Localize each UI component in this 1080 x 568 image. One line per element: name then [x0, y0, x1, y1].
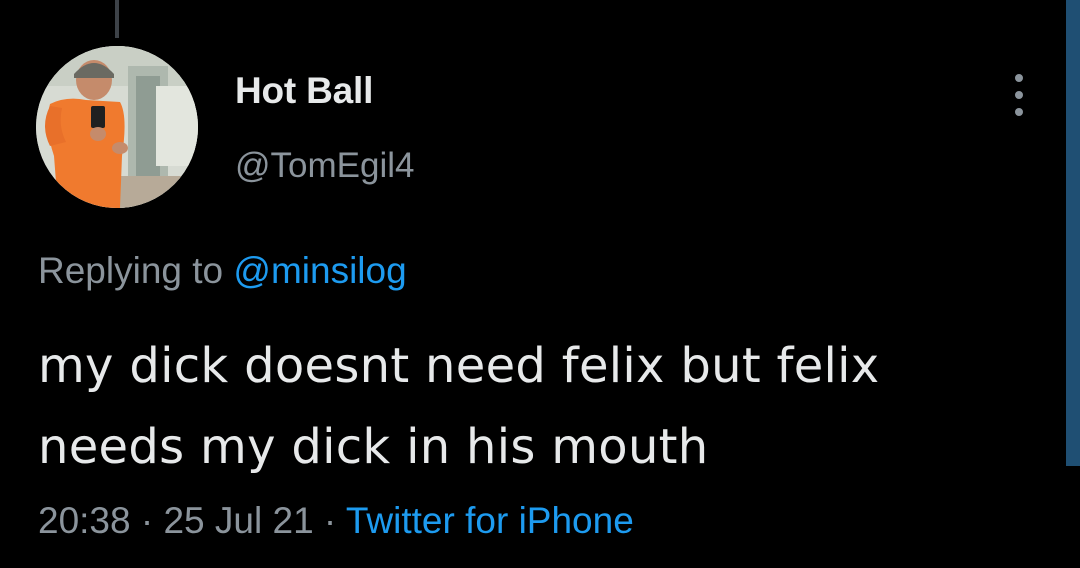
thread-connector-line — [115, 0, 119, 38]
tweet-text: my dick doesnt need felix but felix need… — [38, 326, 1048, 488]
avatar[interactable] — [36, 46, 198, 208]
tweet-date[interactable]: 25 Jul 21 — [163, 500, 313, 541]
tweet-text-line: needs my dick in his mouth — [38, 419, 709, 475]
scroll-edge-bar — [1066, 0, 1080, 466]
reply-mention-link[interactable]: @minsilog — [233, 250, 406, 291]
more-vertical-icon — [1015, 91, 1023, 99]
tweet-metadata: 20:38 · 25 Jul 21 · Twitter for iPhone — [38, 500, 634, 542]
tweet-time[interactable]: 20:38 — [38, 500, 131, 541]
replying-prefix: Replying to — [38, 250, 234, 291]
display-name[interactable]: Hot Ball — [235, 70, 373, 112]
more-vertical-icon — [1015, 108, 1023, 116]
profile-photo — [36, 46, 198, 208]
more-options-button[interactable] — [1004, 70, 1034, 120]
meta-separator: · — [130, 500, 164, 541]
meta-separator: · — [313, 500, 346, 541]
tweet-text-line: my dick doesnt need felix but felix — [38, 338, 880, 394]
replying-to-line: Replying to @minsilog — [38, 250, 407, 292]
user-handle[interactable]: @TomEgil4 — [235, 146, 414, 186]
tweet-source-link[interactable]: Twitter for iPhone — [346, 500, 634, 541]
more-vertical-icon — [1015, 74, 1023, 82]
